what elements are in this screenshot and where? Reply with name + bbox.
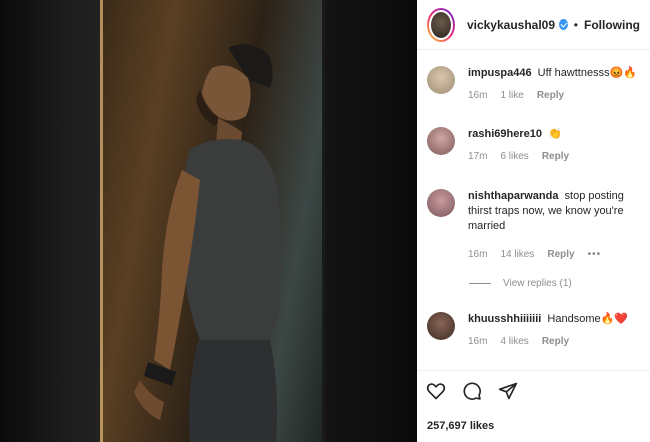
post-photo[interactable] [0,0,417,442]
post-actions [425,380,533,402]
likes-count[interactable]: 257,697 likes [427,420,494,432]
comment-likes[interactable]: 1 like [500,90,523,101]
comment-likes[interactable]: 4 likes [500,336,528,347]
view-replies-button[interactable]: View replies (1) [469,278,572,289]
comment-icon[interactable] [461,380,483,402]
following-button[interactable]: Following [584,18,640,32]
comment-time: 16m [468,90,488,101]
replies-line [469,283,491,284]
comment-emoji: 🔥❤️ [600,313,629,325]
reply-button[interactable]: Reply [542,151,569,162]
comment-emoji: 😡🔥 [609,67,638,79]
photo-dark-wall-right [325,0,417,442]
comment-time: 16m [468,249,488,260]
post-header: vickykaushal09 • Following [417,0,650,50]
man-figure [134,44,282,442]
comment-likes[interactable]: 6 likes [500,151,528,162]
reply-button[interactable]: Reply [547,249,574,260]
photo-dark-wall [0,0,100,442]
more-options-icon[interactable]: ••• [588,249,602,260]
comments-list: impuspa446 Uff hawttnesss😡🔥 16m 1 like R… [417,51,650,371]
comment-avatar[interactable] [427,127,455,155]
view-replies-label: View replies (1) [503,278,572,289]
comment-username[interactable]: nishthaparwanda [468,190,558,202]
reply-button[interactable]: Reply [542,336,569,347]
comment-text: Uff hawttnesss [537,67,610,79]
comment-avatar[interactable] [427,66,455,94]
photo-light-edge [100,0,103,442]
comment-username[interactable]: impuspa446 [468,67,532,79]
comment-likes[interactable]: 14 likes [500,249,534,260]
comment-item: nishthaparwanda stop posting thirst trap… [427,189,642,260]
comment-item: rashi69here10 👏 17m 6 likes Reply [427,127,642,162]
reply-button[interactable]: Reply [537,90,564,101]
comment-emoji: 👏 [548,128,562,140]
author-username[interactable]: vickykaushal09 [467,18,555,32]
comment-time: 16m [468,336,488,347]
verified-badge-icon [559,19,568,30]
comment-text: Handsome [547,313,601,325]
post-side-panel: vickykaushal09 • Following impuspa446 Uf… [417,0,650,442]
heart-icon[interactable] [425,380,447,402]
comment-username[interactable]: rashi69here10 [468,128,542,140]
comment-time: 17m [468,151,488,162]
author-avatar[interactable] [427,7,455,42]
share-icon[interactable] [497,380,519,402]
comment-item: khuusshhiiiiiii Handsome🔥❤️ 16m 4 likes … [427,312,642,347]
comment-username[interactable]: khuusshhiiiiiii [468,313,541,325]
actions-divider [417,370,650,371]
header-separator: • [573,17,578,32]
comment-item: impuspa446 Uff hawttnesss😡🔥 16m 1 like R… [427,66,642,101]
comment-avatar[interactable] [427,312,455,340]
comment-avatar[interactable] [427,189,455,217]
